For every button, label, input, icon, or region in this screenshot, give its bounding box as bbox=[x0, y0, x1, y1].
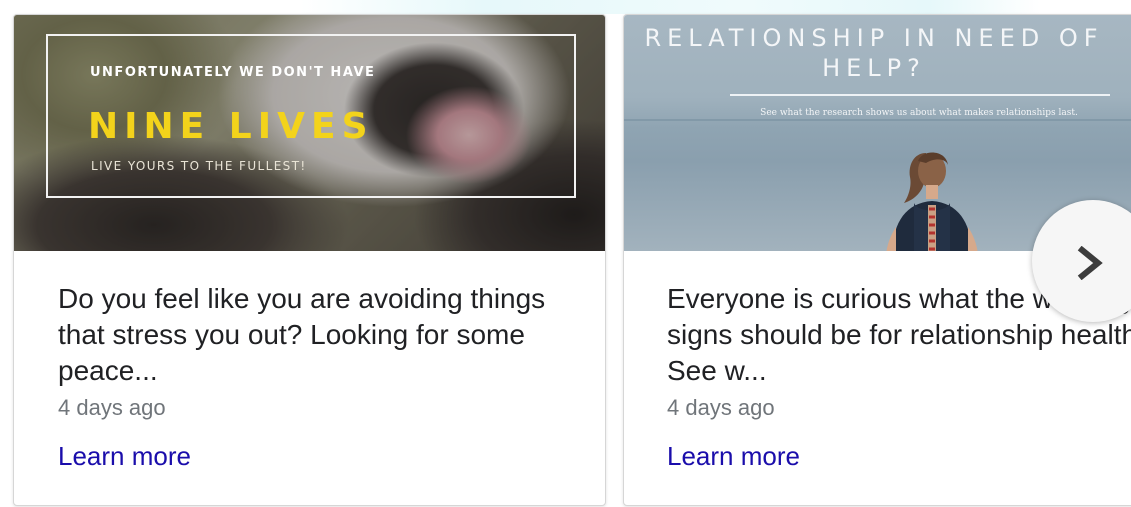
post-carousel: UNFORTUNATELY WE DON'T HAVE NINE LIVES L… bbox=[0, 0, 1131, 507]
woman-figure bbox=[886, 152, 978, 251]
learn-more-link[interactable]: Learn more bbox=[667, 439, 800, 473]
image-subtitle: See what the research shows us about wha… bbox=[760, 108, 1078, 118]
image-tagline: LIVE YOURS TO THE FULLEST! bbox=[91, 159, 307, 173]
post-description: Do you feel like you are avoiding things… bbox=[58, 283, 546, 386]
chevron-right-icon bbox=[1077, 246, 1103, 280]
post-card[interactable]: UNFORTUNATELY WE DON'T HAVE NINE LIVES L… bbox=[13, 14, 606, 506]
post-image[interactable]: UNFORTUNATELY WE DON'T HAVE NINE LIVES L… bbox=[14, 15, 605, 251]
learn-more-link[interactable]: Learn more bbox=[58, 439, 191, 473]
image-title: NINE LIVES bbox=[88, 106, 374, 147]
header-tint bbox=[300, 0, 1040, 14]
post-age: 4 days ago bbox=[58, 395, 166, 420]
image-divider bbox=[730, 94, 1110, 96]
post-body: Do you feel like you are avoiding things… bbox=[14, 251, 605, 473]
image-kicker: UNFORTUNATELY WE DON'T HAVE bbox=[90, 65, 376, 80]
image-title: RELATIONSHIP IN NEED OF HELP? bbox=[644, 24, 1104, 82]
post-age: 4 days ago bbox=[667, 395, 775, 420]
